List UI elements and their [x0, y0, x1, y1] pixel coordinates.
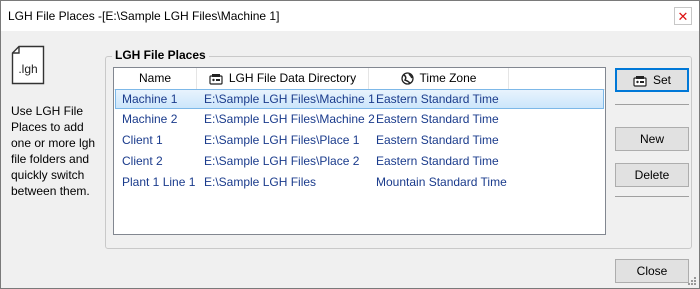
data-directory-icon: [209, 73, 223, 85]
row-timezone: Mountain Standard Time: [376, 175, 507, 189]
delete-button[interactable]: Delete: [615, 163, 689, 187]
set-icon: [633, 75, 647, 87]
row-name: Client 1: [122, 133, 163, 147]
title-bar: LGH File Places -[E:\Sample LGH Files\Ma…: [1, 1, 699, 31]
row-timezone: Eastern Standard Time: [376, 112, 499, 126]
group-title: LGH File Places: [112, 48, 209, 62]
list-row[interactable]: Client 1 E:\Sample LGH Files\Place 1 Eas…: [115, 130, 604, 150]
resize-grip-icon[interactable]: [687, 276, 697, 286]
column-header-directory[interactable]: LGH File Data Directory: [197, 68, 369, 89]
column-timezone-label: Time Zone: [419, 71, 477, 85]
list-row[interactable]: Machine 1 E:\Sample LGH Files\Machine 1 …: [115, 89, 604, 109]
close-button[interactable]: Close: [615, 259, 689, 283]
row-timezone: Eastern Standard Time: [376, 133, 499, 147]
new-button[interactable]: New: [615, 127, 689, 151]
column-header-name[interactable]: Name: [114, 68, 197, 89]
row-directory: E:\Sample LGH Files\Place 1: [204, 133, 360, 147]
info-panel: .lgh Use LGH File Places to add one or m…: [11, 45, 101, 198]
list-row[interactable]: Client 2 E:\Sample LGH Files\Place 2 Eas…: [115, 151, 604, 171]
column-directory-label: LGH File Data Directory: [228, 71, 357, 85]
lgh-file-icon: .lgh: [11, 45, 45, 85]
row-name: Machine 2: [122, 112, 178, 126]
row-name: Client 2: [122, 154, 163, 168]
column-header-timezone[interactable]: Time Zone: [369, 68, 509, 89]
row-directory: E:\Sample LGH Files\Machine 2: [204, 112, 375, 126]
set-button[interactable]: Set: [615, 68, 689, 92]
list-row[interactable]: Machine 2 E:\Sample LGH Files\Machine 2 …: [115, 109, 604, 129]
column-name-label: Name: [138, 71, 171, 85]
dialog-window: LGH File Places -[E:\Sample LGH Files\Ma…: [0, 0, 700, 289]
window-title: LGH File Places -[E:\Sample LGH Files\Ma…: [8, 9, 280, 23]
globe-icon: [400, 72, 414, 85]
button-separator: [615, 196, 689, 197]
list-header: Name LGH File Data Directory Time Zone: [114, 68, 605, 90]
window-close-button[interactable]: ✕: [674, 7, 692, 25]
help-text: Use LGH File Places to add one or more l…: [11, 104, 96, 198]
places-list[interactable]: Name LGH File Data Directory Time Zone M…: [113, 67, 606, 235]
row-name: Plant 1 Line 1: [122, 175, 196, 189]
row-timezone: Eastern Standard Time: [376, 154, 499, 168]
row-timezone: Eastern Standard Time: [376, 92, 499, 106]
list-row[interactable]: Plant 1 Line 1 E:\Sample LGH Files Mount…: [115, 172, 604, 192]
button-separator: [615, 104, 689, 105]
row-directory: E:\Sample LGH Files: [204, 175, 317, 189]
set-button-label: Set: [652, 73, 671, 87]
row-name: Machine 1: [122, 92, 178, 106]
lgh-icon-label: .lgh: [18, 62, 37, 76]
row-directory: E:\Sample LGH Files\Machine 1: [204, 92, 375, 106]
row-directory: E:\Sample LGH Files\Place 2: [204, 154, 360, 168]
